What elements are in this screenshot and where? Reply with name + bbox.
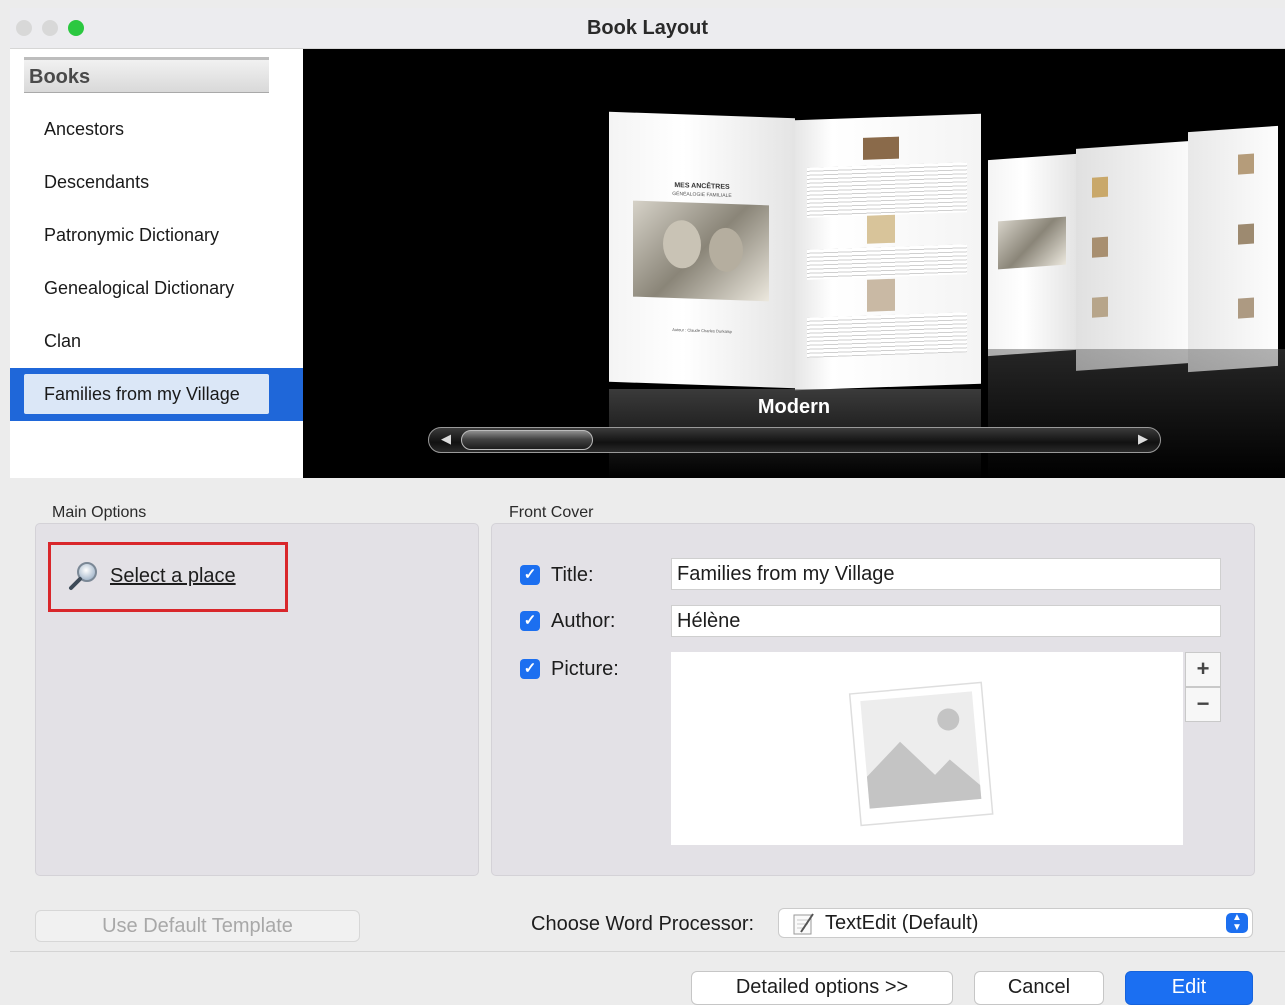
title-label: Title: — [551, 564, 594, 586]
title-bar: Book Layout — [10, 8, 1285, 49]
add-picture-button[interactable]: + — [1185, 652, 1221, 687]
scroll-right-icon[interactable]: ▶ — [1138, 431, 1148, 447]
sidebar-item-families-from-my-village[interactable]: Families from my Village — [10, 368, 303, 421]
footer-divider — [10, 951, 1285, 952]
book-right-page — [795, 113, 981, 391]
template-name: Modern — [757, 396, 831, 418]
template-preview[interactable]: MES ANCÊTRES GÉNÉALOGIE FAMILIALE Auteur… — [303, 49, 1285, 478]
preview-scrollbar[interactable]: ◀ ▶ — [428, 427, 1161, 453]
chevron-updown-icon: ▲ ▼ — [1226, 913, 1248, 933]
edit-button[interactable]: Edit — [1125, 971, 1253, 1005]
sidebar-item-genealogical-dictionary[interactable]: Genealogical Dictionary — [10, 262, 303, 315]
title-checkbox[interactable]: ✓ — [520, 565, 540, 585]
image-placeholder-icon — [848, 681, 994, 827]
picture-well[interactable] — [671, 652, 1183, 845]
sidebar-header: Books — [24, 57, 269, 93]
book-cover-author: Auteur : Claude Charles Durkalsp — [672, 326, 732, 335]
scroll-thumb[interactable] — [461, 430, 593, 450]
side-book-1 — [988, 153, 1076, 357]
book-left-page: MES ANCÊTRES GÉNÉALOGIE FAMILIALE Auteur… — [609, 111, 795, 389]
sidebar-item-label: Families from my Village — [44, 384, 240, 404]
side-book-3 — [1188, 125, 1278, 373]
sidebar-item-patronymic-dictionary[interactable]: Patronymic Dictionary — [10, 209, 303, 262]
main-options-label: Main Options — [52, 504, 147, 521]
cover-photo — [633, 200, 769, 302]
side-book-2 — [1076, 141, 1188, 371]
select-place-link[interactable]: Select a place — [110, 565, 236, 588]
books-sidebar: Books Ancestors Descendants Patronymic D… — [10, 49, 303, 478]
title-input[interactable]: Families from my Village — [671, 558, 1221, 590]
scroll-left-icon[interactable]: ◀ — [441, 431, 451, 447]
word-processor-label: Choose Word Processor: — [531, 913, 755, 935]
magnifier-icon[interactable] — [67, 560, 103, 592]
remove-picture-button[interactable]: − — [1185, 687, 1221, 722]
author-input[interactable]: Hélène — [671, 605, 1221, 637]
word-processor-select[interactable]: TextEdit (Default) ▲ ▼ — [778, 908, 1253, 938]
author-label: Author: — [551, 610, 616, 632]
picture-checkbox[interactable]: ✓ — [520, 659, 540, 679]
author-checkbox[interactable]: ✓ — [520, 611, 540, 631]
sidebar-item-descendants[interactable]: Descendants — [10, 156, 303, 209]
use-default-template-button[interactable]: Use Default Template — [35, 910, 360, 942]
picture-label: Picture: — [551, 658, 619, 680]
select-place-highlight: Select a place — [48, 542, 288, 612]
sidebar-item-ancestors[interactable]: Ancestors — [10, 103, 303, 156]
detailed-options-button[interactable]: Detailed options >> — [691, 971, 953, 1005]
word-processor-value: TextEdit (Default) — [825, 912, 979, 934]
cancel-button[interactable]: Cancel — [974, 971, 1104, 1005]
sidebar-item-clan[interactable]: Clan — [10, 315, 303, 368]
textedit-icon — [793, 913, 814, 935]
front-cover-label: Front Cover — [509, 504, 594, 521]
window-title: Book Layout — [586, 17, 709, 39]
